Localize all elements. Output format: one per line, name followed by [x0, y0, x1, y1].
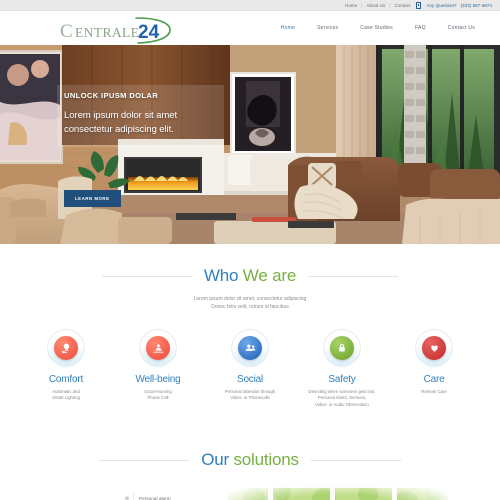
- hero-subtitle: Lorem ipsum dolor sit amet consectetur a…: [64, 110, 178, 135]
- feature-icon-ring: [323, 329, 361, 367]
- hero-kicker: UNLOCK IPUSM DOLAR: [64, 91, 159, 100]
- hero-text-block: UNLOCK IPUSM DOLAR Lorem ipsum dolor sit…: [64, 91, 224, 137]
- logo-big-c: C: [60, 21, 73, 42]
- topbar-separator-1: |: [361, 2, 363, 8]
- our-solutions-title-part1: Our: [201, 450, 229, 470]
- feature-title: Care: [423, 374, 445, 385]
- our-solutions-body: ⎈ Personal alarm ⎈ Audio monitoring: [0, 484, 500, 500]
- site-logo[interactable]: C ENTRALE 24: [58, 15, 183, 45]
- feature-desc-line2: Video- or Phonecalls: [230, 395, 270, 401]
- topbar-link-contact[interactable]: Contact: [395, 3, 411, 8]
- users-group-icon: [238, 336, 262, 360]
- feature-desc: Good-morning Phone Call: [112, 389, 204, 402]
- feature-desc: Remote Care: [388, 389, 480, 395]
- topbar-phone-number[interactable]: (333) 587-9874: [461, 3, 492, 8]
- feature-title: Safety: [328, 374, 356, 385]
- heading-rule-right: [308, 275, 399, 277]
- heading-rule-left: [101, 275, 192, 277]
- feature-safety[interactable]: Safety Detecting when someone gets lost,…: [296, 329, 388, 408]
- feature-desc: Detecting when someone gets lost, Person…: [296, 389, 388, 408]
- feature-desc-line1: Remote Care: [421, 389, 447, 394]
- solutions-photo: [228, 484, 448, 500]
- topbar-separator-2: |: [389, 2, 391, 8]
- top-utility-links: Home | About Us | Contact Any Question? …: [345, 2, 492, 9]
- feature-social[interactable]: Social Personal attention through Video-…: [204, 329, 296, 408]
- our-solutions-section: Our solutions ⎈ Personal alarm ⎈ Audio m…: [0, 428, 500, 500]
- topbar-link-about-us[interactable]: About Us: [366, 3, 385, 8]
- solutions-accordion: ⎈ Personal alarm ⎈ Audio monitoring: [121, 492, 213, 500]
- learn-more-button[interactable]: LEARN MORE: [64, 190, 121, 207]
- who-we-are-title-part1: Who: [203, 266, 239, 285]
- feature-care[interactable]: Care Remote Care: [388, 329, 480, 408]
- topbar-link-home[interactable]: Home: [345, 3, 357, 8]
- our-solutions-title-part2: solutions: [233, 450, 299, 470]
- nav-item-faq[interactable]: FAQ: [404, 25, 437, 31]
- who-we-are-subtitle-line2: Donec felis velit, rutrum id faucibus: [211, 304, 289, 310]
- our-solutions-heading: Our solutions: [0, 428, 500, 470]
- top-utility-bar: Home | About Us | Contact Any Question? …: [0, 0, 500, 11]
- topbar-question-label: Any Question?: [426, 2, 457, 8]
- person-sunrise-icon: [146, 336, 170, 360]
- power-icon: ⎈: [121, 494, 134, 500]
- feature-desc-line2: Phone Call: [147, 395, 169, 401]
- feature-icon-ring: [47, 329, 85, 367]
- feature-title: Comfort: [48, 374, 84, 385]
- page-root: Home | About Us | Contact Any Question? …: [0, 0, 500, 500]
- who-we-are-heading: Who We are: [0, 244, 500, 286]
- heading-rule-right: [310, 459, 401, 461]
- heart-hands-icon: [422, 336, 446, 360]
- feature-desc-line2: Smart Lighting: [52, 395, 80, 401]
- accordion-item-personal-alarm[interactable]: ⎈ Personal alarm: [121, 492, 213, 500]
- who-we-are-title-part2: We are: [242, 266, 297, 285]
- feature-comfort[interactable]: Comfort Automatic and Smart Lighting: [20, 329, 112, 408]
- logo-word: ENTRALE: [75, 25, 139, 40]
- feature-icon-ring: [139, 329, 177, 367]
- who-we-are-section: Who We are Lorem ipsum dolor sit amet, c…: [0, 244, 500, 409]
- logo-number: 24: [138, 22, 160, 43]
- primary-nav: Home Services Case Studies FAQ Contact U…: [270, 11, 486, 45]
- who-we-are-subtitle-line1: Lorem ipsum dolor sit amet, consectetur …: [193, 296, 307, 302]
- feature-desc-line3: Video- or Audio Observation: [315, 401, 369, 407]
- hand-lightbulb-icon: [54, 336, 78, 360]
- nav-item-case-studies[interactable]: Case Studies: [349, 25, 404, 31]
- feature-desc: Automatic and Smart Lighting: [20, 389, 112, 402]
- hero-banner: UNLOCK IPUSM DOLAR Lorem ipsum dolor sit…: [0, 45, 500, 244]
- lock-icon: [330, 336, 354, 360]
- who-we-are-title: Who We are: [204, 266, 296, 286]
- feature-title: Well-being: [135, 374, 181, 385]
- feature-icon-ring: [415, 329, 453, 367]
- heading-rule-left: [99, 459, 190, 461]
- nav-item-contact-us[interactable]: Contact Us: [437, 25, 486, 31]
- feature-icon-ring: [231, 329, 269, 367]
- nav-item-home[interactable]: Home: [270, 25, 306, 31]
- nav-item-services[interactable]: Services: [306, 25, 349, 31]
- feature-title: Social: [236, 374, 264, 385]
- site-header: C ENTRALE 24 Home Services Case Studies …: [0, 11, 500, 45]
- mobile-phone-icon: [416, 2, 422, 9]
- our-solutions-title: Our solutions: [201, 450, 299, 470]
- who-we-are-subtitle: Lorem ipsum dolor sit amet, consectetur …: [120, 295, 380, 311]
- feature-desc: Personal attention through Video- or Pho…: [204, 389, 296, 402]
- accordion-label: Personal alarm: [139, 496, 171, 500]
- feature-well-being[interactable]: Well-being Good-morning Phone Call: [112, 329, 204, 408]
- feature-list: Comfort Automatic and Smart Lighting Wel…: [0, 329, 500, 408]
